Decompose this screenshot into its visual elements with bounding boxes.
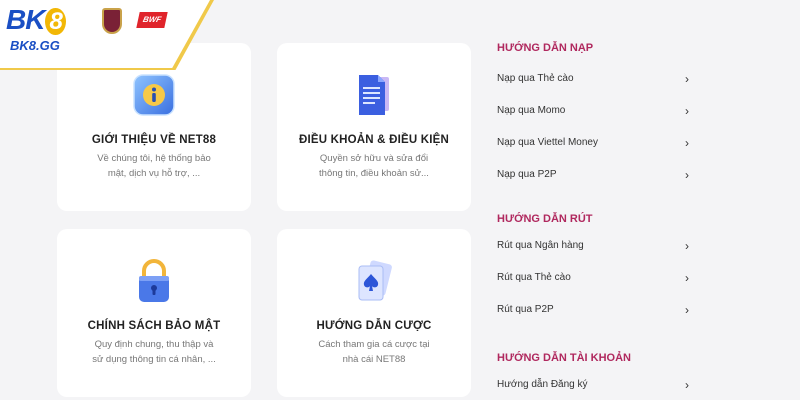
card-privacy[interactable]: CHÍNH SÁCH BẢO MẬT Quy định chung, thu t… [57, 229, 251, 397]
guide-link-withdraw-bank[interactable]: Rút qua Ngân hàng › [497, 230, 697, 262]
card-title: GIỚI THIỆU VỀ NET88 [91, 134, 217, 146]
guide-link-register[interactable]: Hướng dẫn Đăng ký › [497, 369, 697, 400]
withdraw-guide-section: HƯỚNG DẪN RÚT Rút qua Ngân hàng › Rút qua… [497, 212, 697, 326]
bk8-domain: BK8.GG [10, 38, 60, 53]
chevron-right-icon: › [685, 378, 689, 392]
chevron-right-icon: › [685, 136, 689, 150]
document-icon [350, 71, 398, 119]
club-crest-icon [102, 8, 122, 34]
section-heading: HƯỚNG DẪN NẠP [497, 42, 594, 54]
card-betting-guide[interactable]: HƯỚNG DẪN CƯỢC Cách tham gia cá cược tại… [277, 229, 471, 397]
card-description: Quy định chung, thu thập và sử dụng thôn… [92, 339, 216, 365]
section-heading: HƯỚNG DẪN TÀI KHOẢN [497, 352, 632, 364]
lock-icon [130, 257, 178, 305]
account-guide-section: HƯỚNG DẪN TÀI KHOẢN Hướng dẫn Đăng ký › [497, 351, 697, 400]
chevron-right-icon: › [685, 271, 689, 285]
deposit-guide-section: HƯỚNG DẪN NẠP Nạp qua Thẻ cào › Nạp qua M… [497, 41, 697, 191]
bk8-logo[interactable]: BK 8 [6, 6, 66, 36]
chevron-right-icon: › [685, 239, 689, 253]
card-title: HƯỚNG DẪN CƯỢC [316, 320, 432, 332]
card-title: ĐIỀU KHOẢN & ĐIỀU KIỆN [298, 134, 450, 146]
playing-cards-icon [350, 257, 398, 305]
guide-link-withdraw-scratch-card[interactable]: Rút qua Thẻ cào › [497, 262, 697, 294]
chevron-right-icon: › [685, 303, 689, 317]
guide-link-deposit-scratch-card[interactable]: Nạp qua Thẻ cào › [497, 63, 697, 95]
guide-link-deposit-viettel-money[interactable]: Nạp qua Viettel Money › [497, 127, 697, 159]
chevron-right-icon: › [685, 72, 689, 86]
chevron-right-icon: › [685, 104, 689, 118]
card-description: Cách tham gia cá cược tại nhà cái NET88 [318, 339, 430, 365]
info-icon [130, 71, 178, 119]
section-heading: HƯỚNG DẪN RÚT [497, 213, 593, 225]
card-title: CHÍNH SÁCH BẢO MẬT [87, 320, 221, 332]
card-description: Về chúng tôi, hệ thống bảo mật, dịch vụ … [97, 153, 211, 179]
bwf-logo: BWF [136, 12, 168, 28]
chevron-right-icon: › [685, 168, 689, 182]
guide-link-deposit-momo[interactable]: Nạp qua Momo › [497, 95, 697, 127]
card-terms[interactable]: ĐIỀU KHOẢN & ĐIỀU KIỆN Quyền sở hữu và s… [277, 43, 471, 211]
card-description: Quyền sở hữu và sửa đổi thông tin, điều … [319, 153, 429, 179]
guide-link-withdraw-p2p[interactable]: Rút qua P2P › [497, 294, 697, 326]
guide-link-deposit-p2p[interactable]: Nạp qua P2P › [497, 159, 697, 191]
